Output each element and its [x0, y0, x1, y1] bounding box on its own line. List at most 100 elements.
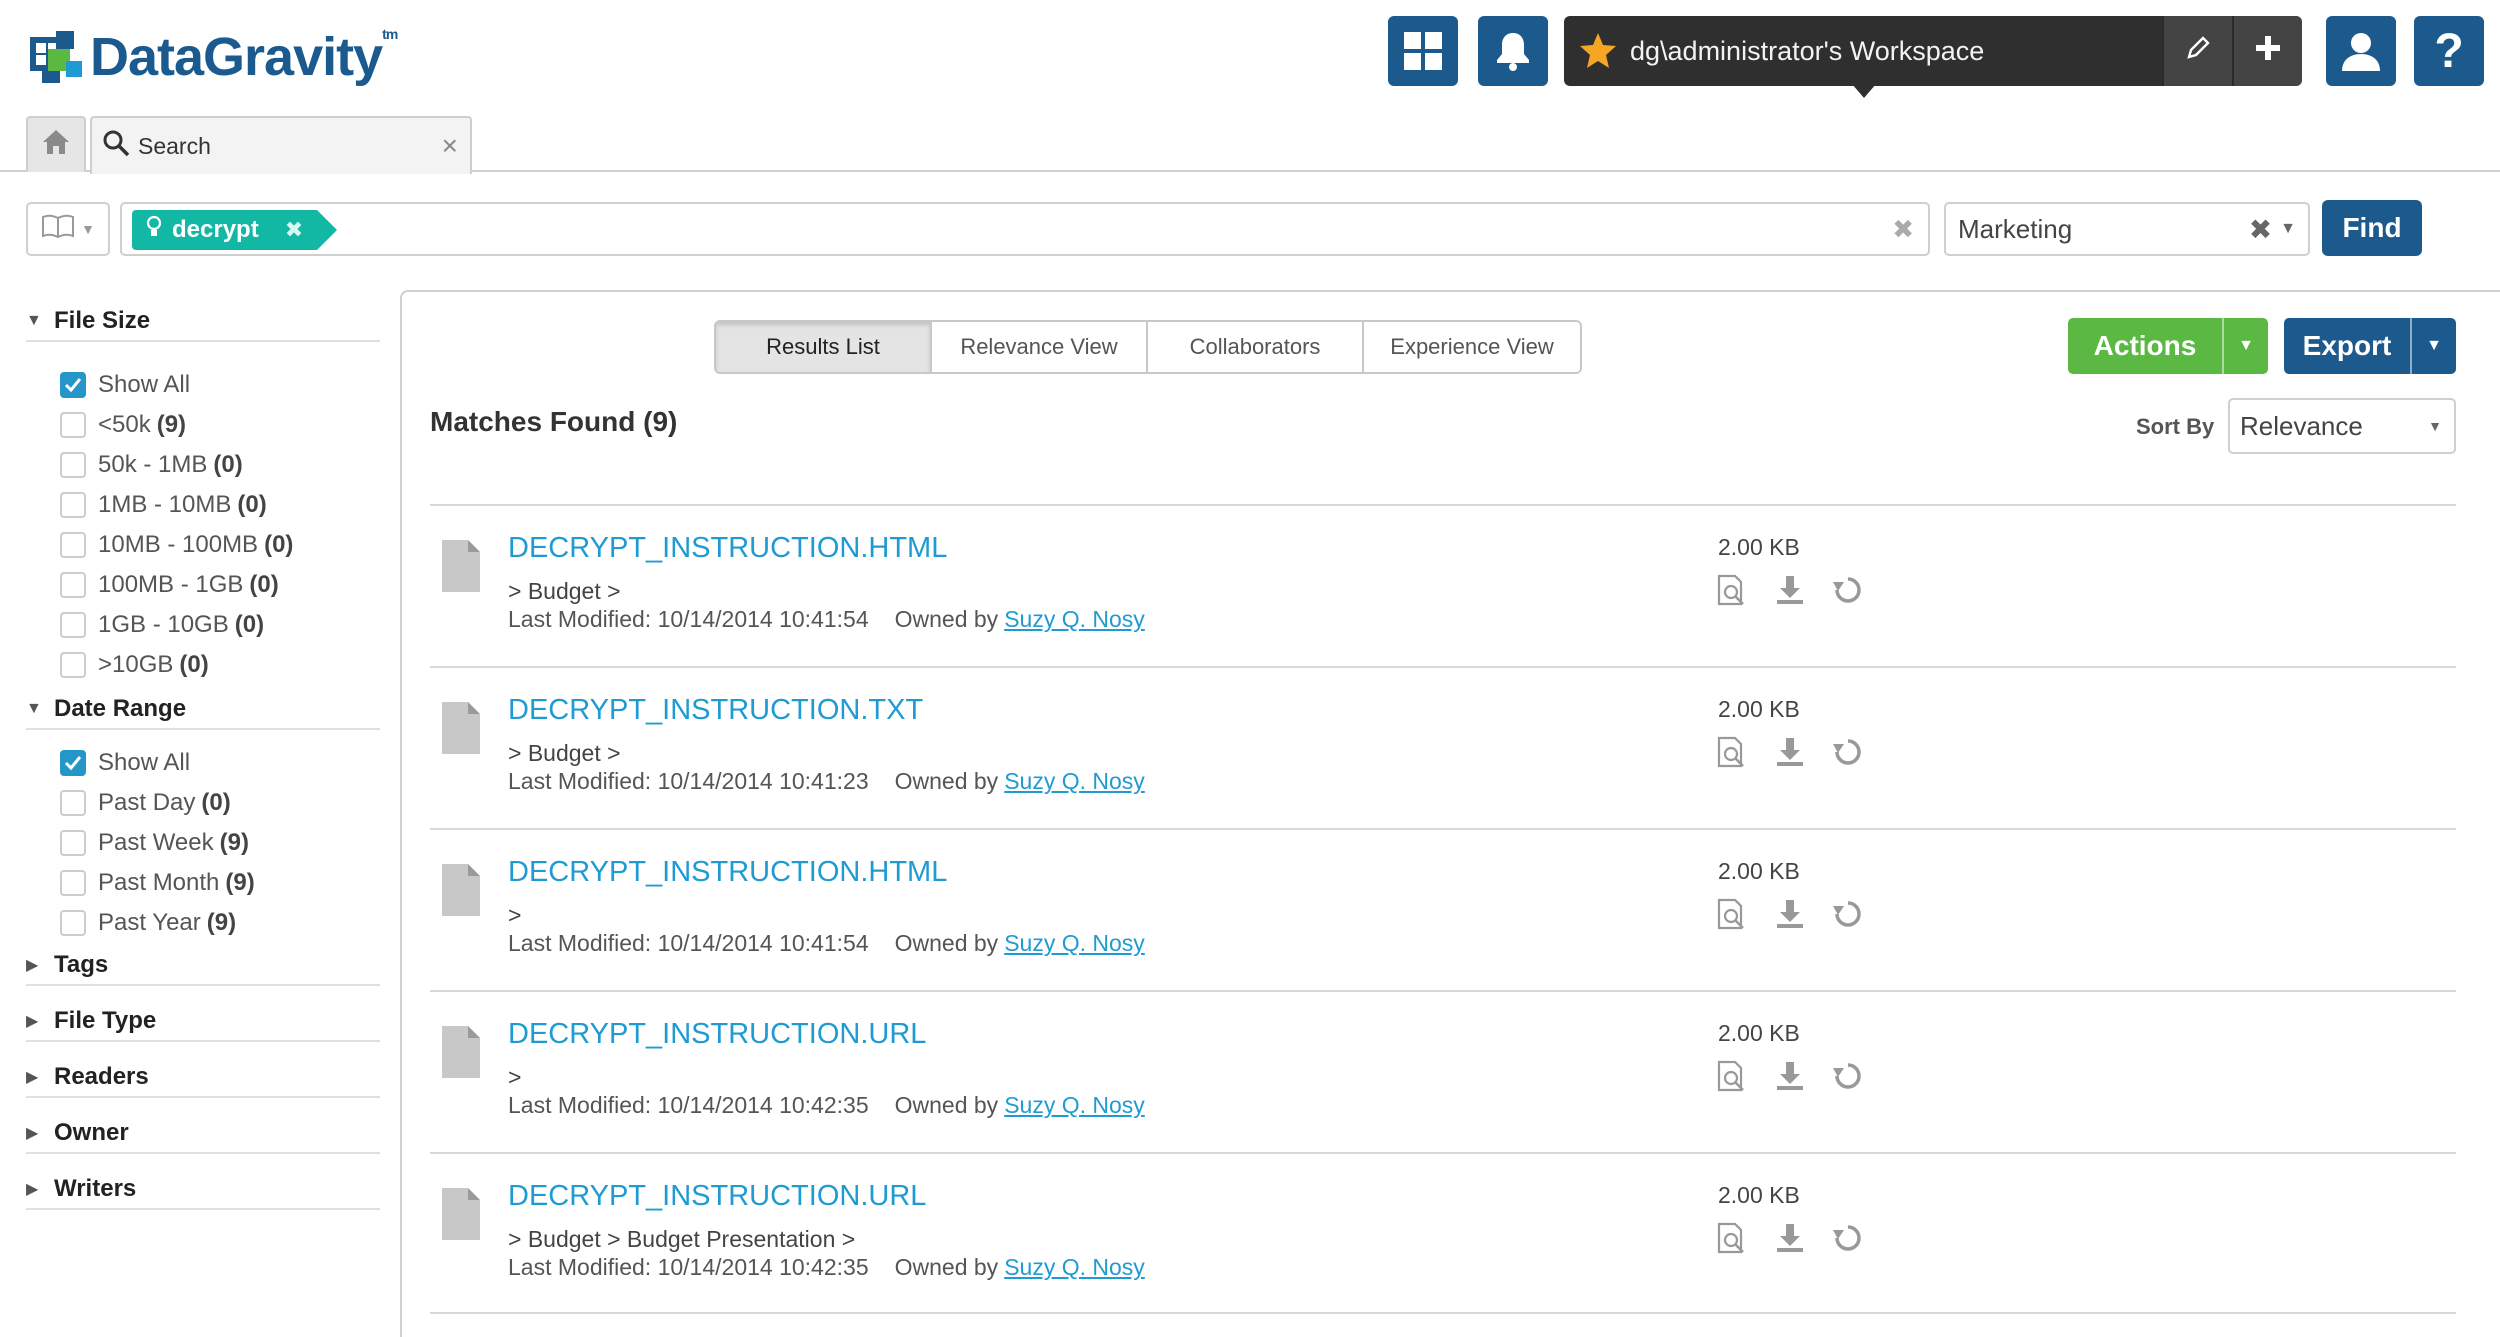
facet-option[interactable]: Past Month (9) [60, 866, 255, 900]
preview-icon[interactable] [1714, 1220, 1750, 1256]
facet-option-label: Past Year [98, 909, 201, 936]
dashboard-button[interactable] [1388, 16, 1458, 86]
download-icon[interactable] [1772, 896, 1808, 932]
result-path: > [508, 902, 522, 928]
result-file-link[interactable]: DECRYPT_INSTRUCTION.URL [508, 1018, 926, 1051]
result-file-link[interactable]: DECRYPT_INSTRUCTION.URL [508, 1180, 926, 1213]
search-icon [102, 129, 130, 164]
facet-option-label: 50k - 1MB [98, 451, 208, 478]
facet-option[interactable]: 100MB - 1GB (0) [60, 568, 279, 602]
preview-icon[interactable] [1714, 572, 1750, 608]
owned-by-label: Owned by [894, 768, 999, 794]
search-query-field[interactable]: decrypt ✖ ✖ [120, 202, 1930, 256]
sort-by-select[interactable]: Relevance ▼ [2228, 398, 2456, 454]
restore-icon[interactable] [1830, 1220, 1866, 1256]
tab-results-list[interactable]: Results List [716, 322, 932, 372]
checkbox[interactable] [60, 790, 86, 816]
checkbox-checked[interactable] [60, 372, 86, 398]
user-profile-button[interactable] [2326, 16, 2396, 86]
clear-scope-icon[interactable]: ✖ [2249, 213, 2272, 246]
remove-token-icon[interactable]: ✖ [285, 217, 303, 243]
facet-writers[interactable]: ▶ Writers [26, 1170, 380, 1210]
result-owner-link[interactable]: Suzy Q. Nosy [1004, 1092, 1145, 1119]
tab-home[interactable] [26, 116, 86, 172]
checkbox[interactable] [60, 830, 86, 856]
triangle-right-icon: ▶ [26, 957, 39, 974]
tab-relevance-view[interactable]: Relevance View [932, 322, 1148, 372]
checkbox[interactable] [60, 532, 86, 558]
facet-option[interactable]: >10GB (0) [60, 648, 209, 682]
clear-query-icon[interactable]: ✖ [1892, 214, 1914, 245]
facet-option[interactable]: Past Day (0) [60, 786, 231, 820]
facet-option[interactable]: 1GB - 10GB (0) [60, 608, 264, 642]
facet-option[interactable]: 10MB - 100MB (0) [60, 528, 293, 562]
download-icon[interactable] [1772, 1220, 1808, 1256]
help-button[interactable]: ? [2414, 16, 2484, 86]
tab-close-icon[interactable]: × [442, 130, 458, 162]
download-icon[interactable] [1772, 1058, 1808, 1094]
restore-icon[interactable] [1830, 1058, 1866, 1094]
facet-option[interactable]: Show All [60, 746, 190, 780]
result-owner-link[interactable]: Suzy Q. Nosy [1004, 606, 1145, 633]
download-icon[interactable] [1772, 734, 1808, 770]
facet-option[interactable]: Past Year (9) [60, 906, 236, 940]
checkbox-checked[interactable] [60, 750, 86, 776]
facet-tags[interactable]: ▶ Tags [26, 946, 380, 986]
facet-date-range[interactable]: ▼ Date Range [26, 690, 380, 730]
restore-icon[interactable] [1830, 734, 1866, 770]
result-actions [1714, 896, 1866, 932]
result-owner-link[interactable]: Suzy Q. Nosy [1004, 930, 1145, 957]
facet-option-count: (0) [179, 651, 209, 678]
result-owner-link[interactable]: Suzy Q. Nosy [1004, 1254, 1145, 1281]
star-icon[interactable] [1578, 31, 1618, 71]
checkbox[interactable] [60, 612, 86, 638]
facet-option[interactable]: 1MB - 10MB (0) [60, 488, 267, 522]
facet-option[interactable]: Show All [60, 368, 190, 402]
result-file-link[interactable]: DECRYPT_INSTRUCTION.HTML [508, 532, 947, 565]
datagravity-logo[interactable]: DataGravitytm [26, 26, 398, 88]
workspace-selector[interactable]: dg\administrator's Workspace [1564, 16, 2302, 86]
facet-option[interactable]: <50k (9) [60, 408, 186, 442]
add-workspace-button[interactable] [2232, 16, 2302, 86]
checkbox[interactable] [60, 492, 86, 518]
facet-option-count: (0) [237, 491, 267, 518]
facet-file-size[interactable]: ▼ File Size [26, 302, 380, 342]
preview-icon[interactable] [1714, 1058, 1750, 1094]
checkbox[interactable] [60, 412, 86, 438]
facet-file-type[interactable]: ▶ File Type [26, 1002, 380, 1042]
actions-button[interactable]: Actions ▼ [2068, 318, 2268, 374]
notifications-button[interactable] [1478, 16, 1548, 86]
facet-option-label: 1GB - 10GB [98, 611, 229, 638]
facet-option[interactable]: 50k - 1MB (0) [60, 448, 243, 482]
checkbox[interactable] [60, 572, 86, 598]
facet-readers[interactable]: ▶ Readers [26, 1058, 380, 1098]
result-actions [1714, 1058, 1866, 1094]
checkbox[interactable] [60, 652, 86, 678]
restore-icon[interactable] [1830, 896, 1866, 932]
export-button[interactable]: Export ▼ [2284, 318, 2456, 374]
edit-workspace-button[interactable] [2162, 16, 2232, 86]
file-icon [442, 540, 480, 599]
result-file-link[interactable]: DECRYPT_INSTRUCTION.TXT [508, 694, 923, 727]
checkbox[interactable] [60, 910, 86, 936]
find-button[interactable]: Find [2322, 200, 2422, 256]
result-file-link[interactable]: DECRYPT_INSTRUCTION.HTML [508, 856, 947, 889]
checkbox[interactable] [60, 870, 86, 896]
saved-searches-dropdown[interactable]: ▼ [26, 202, 110, 256]
facet-sidebar: ▼ File Size Show All <50k (9) 50k - 1MB (0… [0, 290, 400, 1337]
scope-select[interactable]: Marketing ✖ ▼ [1944, 202, 2310, 256]
preview-icon[interactable] [1714, 734, 1750, 770]
chevron-down-icon[interactable]: ▼ [2222, 318, 2268, 374]
facet-option[interactable]: Past Week (9) [60, 826, 249, 860]
tab-search[interactable]: Search × [90, 116, 472, 174]
search-token[interactable]: decrypt ✖ [132, 210, 338, 250]
restore-icon[interactable] [1830, 572, 1866, 608]
checkbox[interactable] [60, 452, 86, 478]
tab-experience-view[interactable]: Experience View [1364, 322, 1580, 372]
download-icon[interactable] [1772, 572, 1808, 608]
preview-icon[interactable] [1714, 896, 1750, 932]
chevron-down-icon[interactable]: ▼ [2410, 318, 2456, 374]
facet-owner[interactable]: ▶ Owner [26, 1114, 380, 1154]
result-owner-link[interactable]: Suzy Q. Nosy [1004, 768, 1145, 795]
tab-collaborators[interactable]: Collaborators [1148, 322, 1364, 372]
